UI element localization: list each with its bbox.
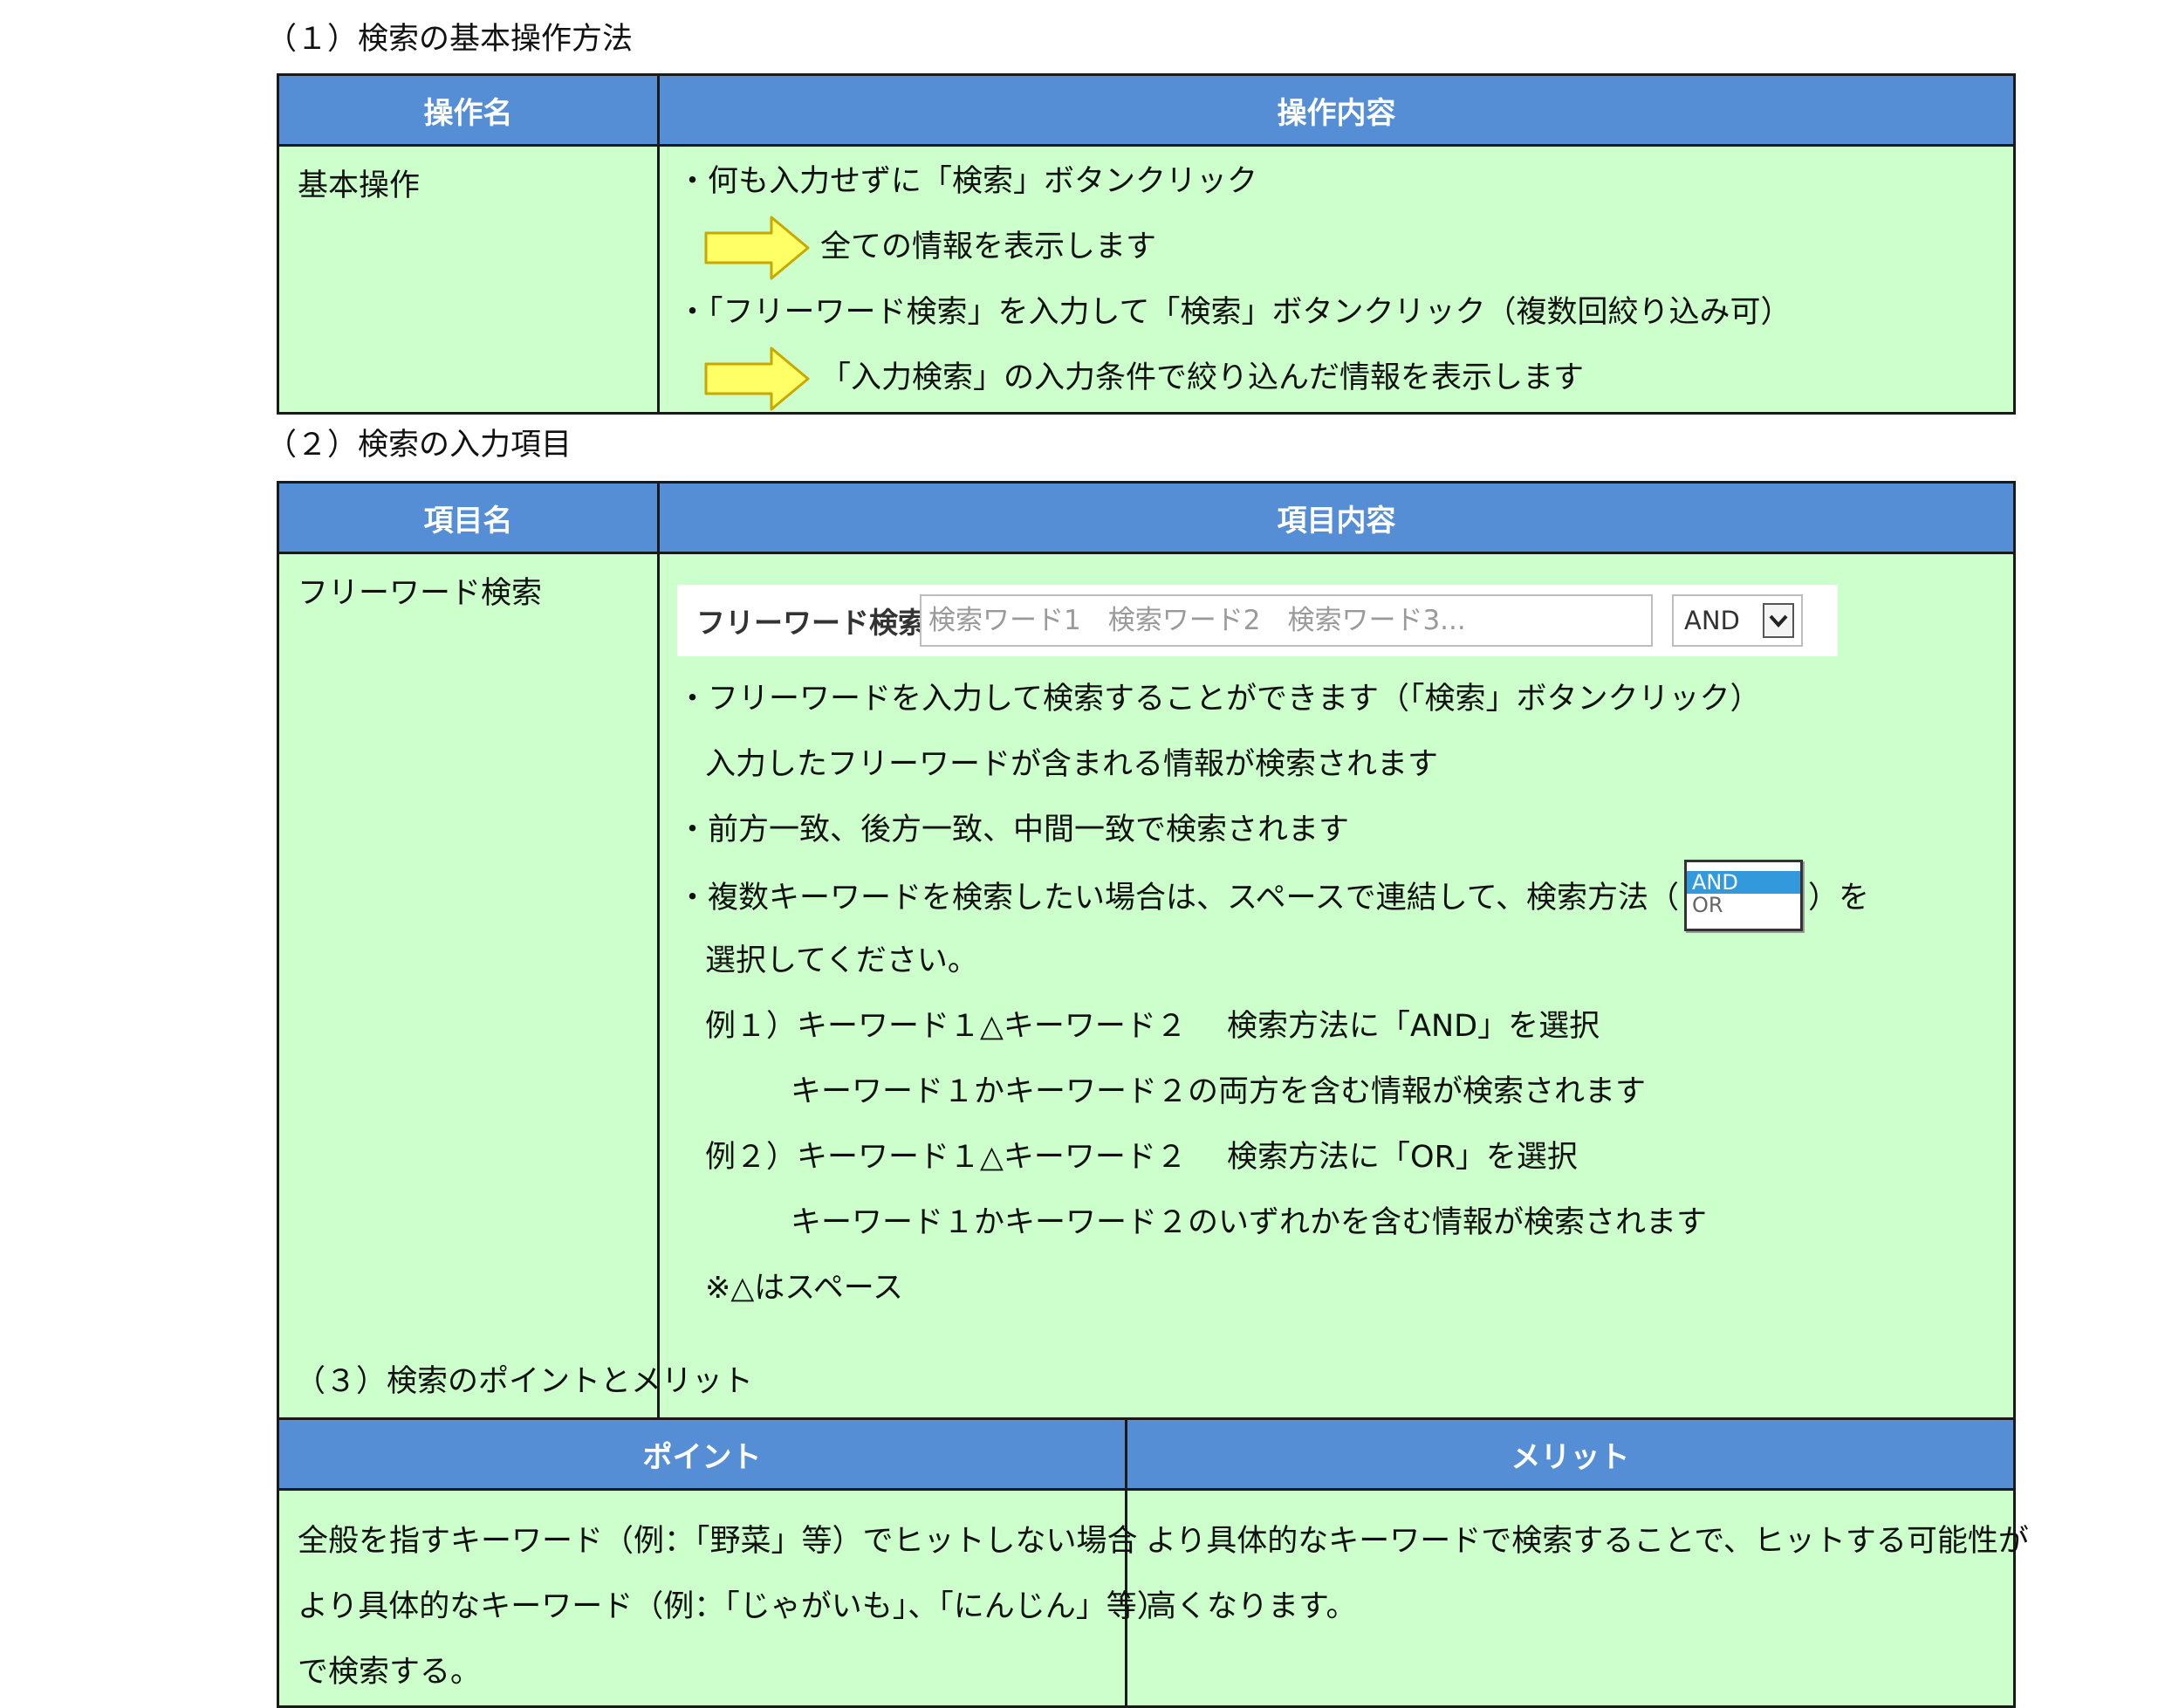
- line-freeword-filter: ・「フリーワード検索」を入力して「検索」ボタンクリック（複数回絞り込み可）: [677, 295, 1792, 330]
- header-merit: メリット: [1125, 1417, 2016, 1491]
- line-show-all: 全ての情報を表示します: [660, 215, 2013, 280]
- line-example2-result: キーワード１かキーワード２のいずれかを含む情報が検索されます: [791, 1205, 1708, 1240]
- multi-keyword-text: ・複数キーワードを検索したい場合は、スペースで連結して、検索方法（: [677, 881, 1680, 916]
- section1-title: （１）検索の基本操作方法: [266, 22, 634, 57]
- line-match-type: ・前方一致、後方一致、中間一致で検索されます: [677, 813, 1350, 847]
- line-space-note: ※△はスペース: [705, 1271, 904, 1306]
- line-example1: 例１）キーワード１△キーワード２ 検索方法に「AND」を選択: [705, 1009, 1600, 1044]
- header-item-name: 項目名: [277, 481, 660, 554]
- freeword-input[interactable]: 検索ワード1 検索ワード2 検索ワード3...: [920, 594, 1653, 647]
- basic-operation-table: 操作名 操作内容 基本操作 ・何も入力せずに「検索」ボタンクリック 全ての情報を…: [277, 73, 2016, 415]
- section3-title: （３）検索のポイントとメリット: [295, 1364, 754, 1399]
- merit-line: 高くなります。: [1146, 1589, 1357, 1624]
- multi-keyword-tail: ）を: [1808, 881, 1870, 916]
- line-filtered: 「入力検索」の入力条件で絞り込んだ情報を表示します: [660, 346, 2013, 411]
- merit-cell: より具体的なキーワードで検索することで、ヒットする可能性が 高くなります。: [1127, 1491, 2029, 1640]
- row-name-basic: 基本操作: [298, 168, 421, 203]
- line-freeword-desc: ・フリーワードを入力して検索することができます（「検索」ボタンクリック）: [677, 682, 1761, 717]
- points-merits-table: ポイント メリット 全般を指すキーワード（例：「野菜」等）でヒットしない場合 よ…: [277, 1417, 2029, 1708]
- line-freeword-result: 入力したフリーワードが含まれる情報が検索されます: [705, 747, 1439, 782]
- chevron-down-icon[interactable]: [1763, 603, 1794, 638]
- point-cell: 全般を指すキーワード（例：「野菜」等）でヒットしない場合 より具体的なキーワード…: [279, 1491, 1168, 1705]
- point-line: より具体的なキーワード（例：「じゃがいも」、「にんじん」等）: [298, 1589, 1168, 1624]
- line-no-input: ・何も入力せずに「検索」ボタンクリック: [677, 164, 1258, 199]
- line-example2: 例２）キーワード１△キーワード２ 検索方法に「OR」を選択: [705, 1140, 1578, 1175]
- line-please-select: 選択してください。: [705, 943, 978, 978]
- option-or[interactable]: OR: [1687, 894, 1800, 916]
- point-line: で検索する。: [298, 1655, 482, 1690]
- input-items-table: 項目名 項目内容 フリーワード検索 フリーワード検索 検索ワード1 検索ワード2…: [277, 481, 2016, 1427]
- header-point: ポイント: [277, 1417, 1127, 1491]
- merit-line: より具体的なキーワードで検索することで、ヒットする可能性が: [1146, 1524, 2029, 1559]
- show-all-text: 全ての情報を表示します: [820, 230, 1157, 264]
- search-method-value: AND: [1684, 606, 1740, 635]
- right-arrow-icon: [704, 346, 810, 410]
- option-and[interactable]: AND: [1687, 871, 1801, 894]
- search-method-listbox[interactable]: AND OR: [1684, 860, 1804, 931]
- freeword-search-widget: フリーワード検索 検索ワード1 検索ワード2 検索ワード3... AND: [677, 585, 1838, 656]
- header-item-content: 項目内容: [657, 481, 2016, 554]
- row-name-freeword: フリーワード検索: [298, 576, 543, 611]
- search-method-select[interactable]: AND: [1672, 594, 1803, 647]
- right-arrow-icon: [704, 216, 810, 279]
- section2-title: （２）検索の入力項目: [266, 428, 572, 463]
- filtered-text: 「入力検索」の入力条件で絞り込んだ情報を表示します: [820, 360, 1585, 395]
- line-example1-result: キーワード１かキーワード２の両方を含む情報が検索されます: [791, 1074, 1647, 1109]
- header-operation-name: 操作名: [277, 73, 660, 147]
- header-operation-content: 操作内容: [657, 73, 2016, 147]
- freeword-label: フリーワード検索: [696, 606, 927, 640]
- line-multiple-keywords: ・複数キーワードを検索したい場合は、スペースで連結して、検索方法（ AND OR ）を: [677, 860, 2013, 931]
- point-line: 全般を指すキーワード（例：「野菜」等）でヒットしない場合: [298, 1524, 1138, 1559]
